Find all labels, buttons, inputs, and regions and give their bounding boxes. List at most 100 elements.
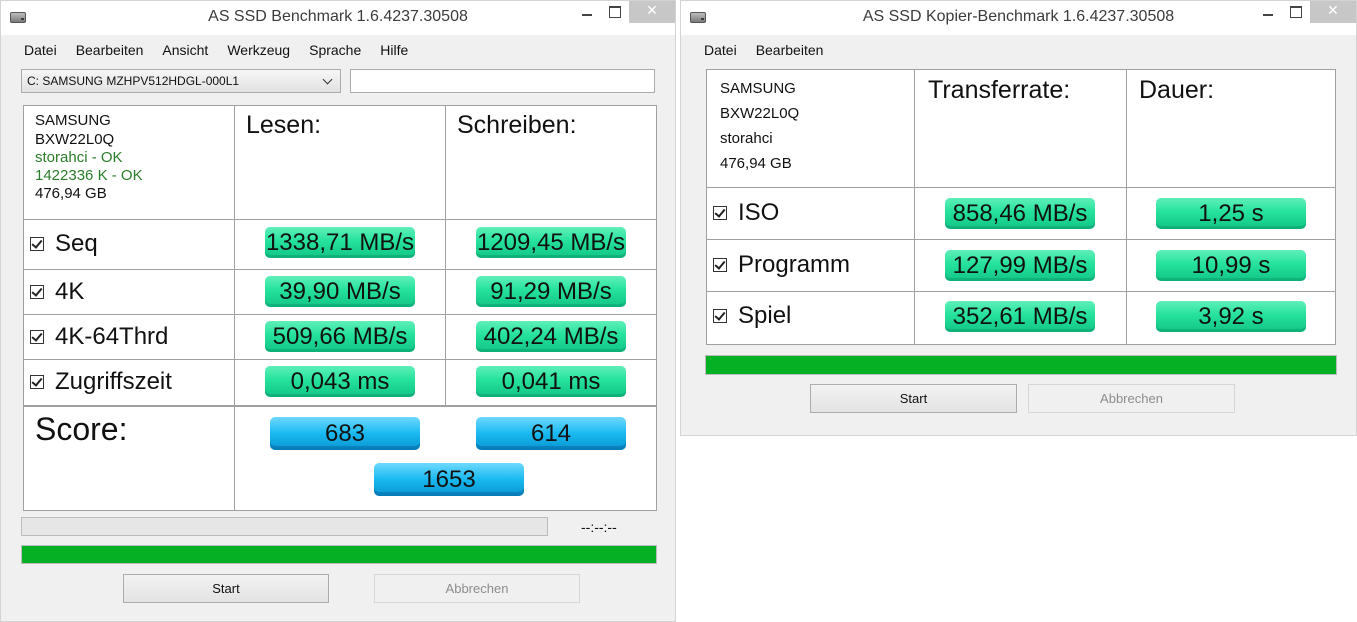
write-value: 0,041 ms	[501, 368, 601, 395]
write-value: 402,24 MB/s	[483, 323, 619, 350]
row-label[interactable]: Spiel	[713, 302, 791, 330]
duration-value: 1,25 s	[1198, 200, 1264, 227]
duration-value: 10,99 s	[1191, 252, 1271, 279]
drive-select[interactable]: C: SAMSUNG MZHPV512HDGL-000L1	[21, 69, 341, 93]
cancel-button[interactable]: Abbrechen	[374, 574, 580, 603]
result-pill: 509,66 MB/s	[265, 321, 415, 352]
menu-datei[interactable]: Datei	[15, 37, 67, 63]
menu-sprache[interactable]: Sprache	[300, 37, 371, 63]
row-label[interactable]: Zugriffszeit	[30, 368, 172, 396]
row-label[interactable]: Programm	[713, 251, 850, 279]
read-header-cell: Lesen:	[234, 105, 446, 220]
read-value: 39,90 MB/s	[279, 278, 401, 305]
row-label[interactable]: 4K-64Thrd	[30, 323, 168, 351]
menu-bearbeiten[interactable]: Bearbeiten	[67, 37, 154, 63]
row-label-cell: Zugriffszeit	[23, 359, 235, 406]
result-pill: 10,99 s	[1156, 250, 1306, 281]
window-controls: ✕	[1254, 1, 1356, 23]
chevron-down-icon[interactable]	[321, 73, 335, 89]
checkmark-icon[interactable]	[30, 237, 44, 251]
row-label-text: 4K	[55, 278, 85, 305]
checkmark-icon[interactable]	[713, 309, 727, 323]
rate-header-cell: Transferrate:	[914, 69, 1127, 188]
copy-progress-bar	[705, 355, 1337, 375]
row-label[interactable]: 4K	[30, 278, 84, 306]
row-label-cell: Seq	[23, 219, 235, 270]
result-pill: 352,61 MB/s	[945, 301, 1095, 332]
title-bar[interactable]: AS SSD Kopier-Benchmark 1.6.4237.30508 ✕	[681, 1, 1356, 35]
row-label-cell: Spiel	[706, 291, 915, 345]
cancel-button[interactable]: Abbrechen	[1028, 384, 1235, 413]
score-write-pill: 614	[476, 417, 626, 450]
close-button[interactable]: ✕	[629, 1, 675, 23]
minimize-button[interactable]	[573, 1, 601, 23]
rate-value: 352,61 MB/s	[952, 303, 1088, 330]
rate-value: 858,46 MB/s	[952, 200, 1088, 227]
row-label-cell: 4K-64Thrd	[23, 314, 235, 360]
drive-select-value: C: SAMSUNG MZHPV512HDGL-000L1	[27, 74, 240, 88]
write-cell: 1209,45 MB/s	[445, 219, 657, 270]
write-cell: 402,24 MB/s	[445, 314, 657, 360]
menu-hilfe[interactable]: Hilfe	[371, 37, 418, 63]
overall-progress-bar	[21, 545, 657, 564]
drive-vendor: SAMSUNG	[720, 80, 796, 97]
start-button[interactable]: Start	[810, 384, 1017, 413]
result-pill: 858,46 MB/s	[945, 198, 1095, 229]
duration-cell: 1,25 s	[1126, 187, 1336, 240]
read-value: 0,043 ms	[290, 368, 390, 395]
score-label: Score:	[35, 411, 128, 447]
menu-bearbeiten[interactable]: Bearbeiten	[747, 37, 834, 63]
menu-werkzeug[interactable]: Werkzeug	[218, 37, 300, 63]
drive-firmware: BXW22L0Q	[35, 131, 115, 148]
minimize-button[interactable]	[1254, 1, 1282, 23]
score-total-value: 1653	[422, 466, 476, 493]
rate-header: Transferrate:	[928, 76, 1071, 104]
result-pill: 1209,45 MB/s	[476, 227, 626, 258]
drive-size: 476,94 GB	[720, 155, 792, 172]
read-value: 509,66 MB/s	[272, 323, 408, 350]
result-pill: 3,92 s	[1156, 301, 1306, 332]
duration-value: 3,92 s	[1198, 303, 1264, 330]
duration-header-cell: Dauer:	[1126, 69, 1336, 188]
read-cell: 0,043 ms	[234, 359, 446, 406]
row-label[interactable]: ISO	[713, 199, 779, 227]
current-progress-bar	[21, 517, 548, 536]
rate-value: 127,99 MB/s	[952, 252, 1088, 279]
rate-cell: 352,61 MB/s	[914, 291, 1127, 345]
score-read-value: 683	[324, 420, 366, 447]
row-label[interactable]: Seq	[30, 230, 98, 258]
drive-info-panel: SAMSUNG BXW22L0Q storahci 476,94 GB	[706, 69, 915, 188]
maximize-button[interactable]	[601, 1, 629, 23]
write-cell: 91,29 MB/s	[445, 269, 657, 315]
read-cell: 1338,71 MB/s	[234, 219, 446, 270]
read-value: 1338,71 MB/s	[265, 229, 415, 256]
close-button[interactable]: ✕	[1310, 1, 1356, 23]
checkmark-icon[interactable]	[713, 206, 727, 220]
row-label-text: 4K-64Thrd	[55, 323, 169, 350]
start-button[interactable]: Start	[123, 574, 329, 603]
score-label-cell: Score:	[23, 406, 235, 511]
read-cell: 509,66 MB/s	[234, 314, 446, 360]
score-read-pill: 683	[270, 417, 420, 450]
elapsed-time: --:--:--	[581, 519, 617, 535]
menu-ansicht[interactable]: Ansicht	[153, 37, 218, 63]
checkmark-icon[interactable]	[30, 285, 44, 299]
result-pill: 1338,71 MB/s	[265, 227, 415, 258]
read-cell: 39,90 MB/s	[234, 269, 446, 315]
result-pill: 0,043 ms	[265, 366, 415, 397]
result-pill: 402,24 MB/s	[476, 321, 626, 352]
result-pill: 1,25 s	[1156, 198, 1306, 229]
menu-bar: Datei Bearbeiten Ansicht Werkzeug Sprach…	[1, 37, 418, 63]
menu-datei[interactable]: Datei	[695, 37, 747, 63]
search-input[interactable]	[350, 69, 655, 93]
maximize-button[interactable]	[1282, 1, 1310, 23]
title-bar[interactable]: AS SSD Benchmark 1.6.4237.30508 ✕	[1, 1, 675, 35]
result-pill: 0,041 ms	[476, 366, 626, 397]
checkmark-icon[interactable]	[30, 375, 44, 389]
copy-benchmark-window: AS SSD Kopier-Benchmark 1.6.4237.30508 ✕…	[680, 0, 1357, 436]
checkmark-icon[interactable]	[30, 330, 44, 344]
rate-cell: 858,46 MB/s	[914, 187, 1127, 240]
checkmark-icon[interactable]	[713, 258, 727, 272]
result-pill: 127,99 MB/s	[945, 250, 1095, 281]
score-cell: 683 614 1653	[234, 406, 657, 511]
